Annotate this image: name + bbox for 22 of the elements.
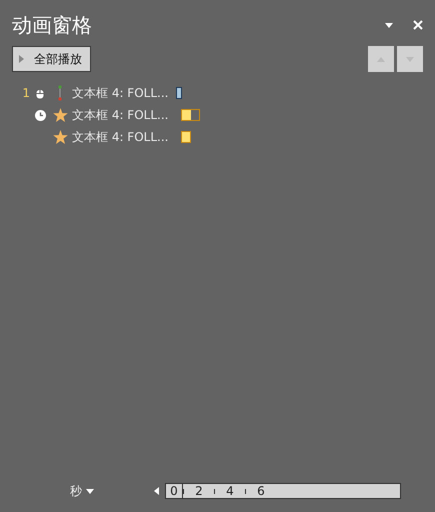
animation-item[interactable]: 文本框 4: FOLL...: [72, 84, 172, 102]
timing-bar[interactable]: [181, 109, 200, 121]
tick-label: 2: [194, 484, 204, 498]
animation-item[interactable]: 文本框 4: FOLL...: [72, 128, 172, 146]
sequence-number: 1: [21, 86, 30, 100]
play-all-button[interactable]: 全部播放: [12, 46, 91, 72]
star-icon: [52, 108, 68, 122]
tick-label: 4: [225, 484, 235, 498]
motion-path-icon: [58, 85, 62, 101]
mouse-icon: [36, 88, 44, 98]
caret-icon: [86, 488, 94, 494]
dropdown-icon: [385, 22, 393, 28]
star-icon: [52, 130, 68, 144]
pane-title: 动画窗格: [12, 12, 93, 38]
clock-icon: [34, 110, 46, 120]
tick-label: 6: [256, 484, 266, 498]
timeline-ruler[interactable]: 0 2 4 6: [165, 483, 401, 499]
play-icon: [19, 55, 24, 63]
time-unit-dropdown[interactable]: 秒: [70, 482, 94, 500]
animation-item[interactable]: 文本框 4: FOLL...: [72, 106, 172, 124]
close-icon[interactable]: [413, 20, 423, 30]
scroll-left-icon: [154, 487, 159, 495]
